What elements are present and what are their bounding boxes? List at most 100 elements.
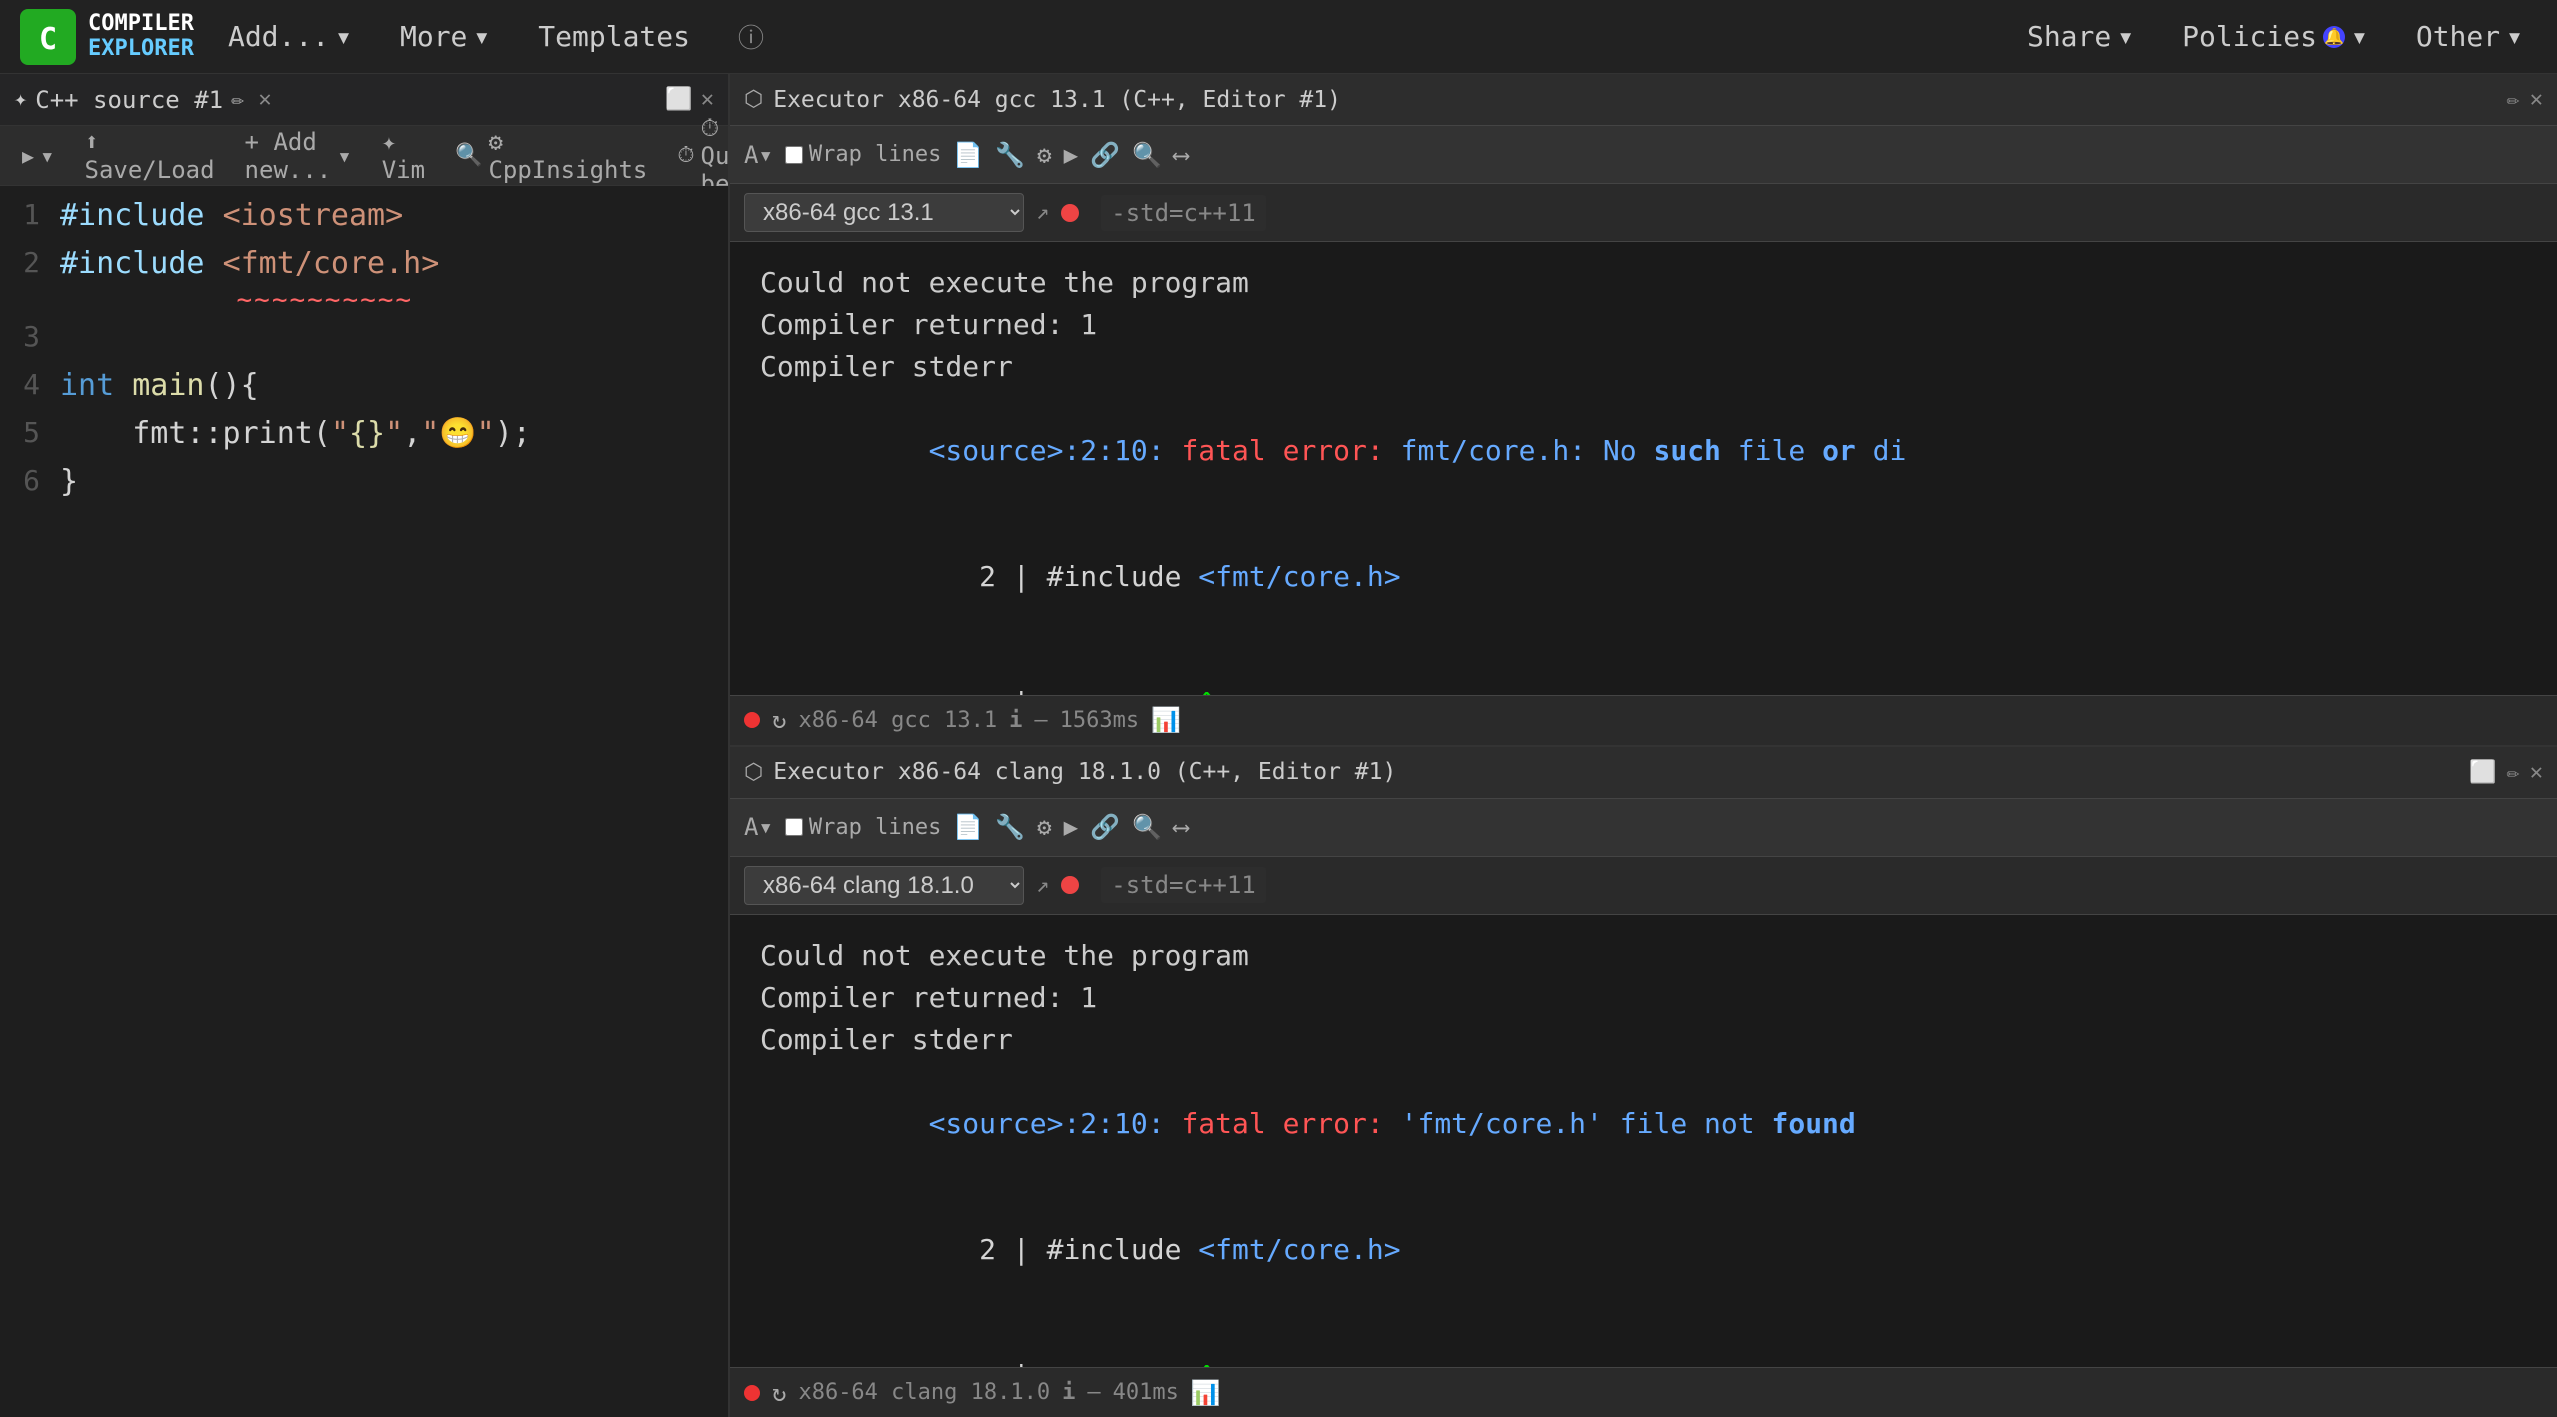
exec1-output: Could not execute the program Compiler r… — [730, 242, 2557, 695]
cpp-insights-btn[interactable]: 🔍 ⚙ CppInsights — [447, 124, 655, 188]
exec2-search-icon[interactable]: 🔍 — [1132, 813, 1162, 841]
vim-btn[interactable]: ✦ Vim — [374, 124, 433, 188]
exec2-tool-icon[interactable]: 🔧 — [995, 813, 1025, 841]
exec2-out-line2: Compiler returned: 1 — [760, 977, 2527, 1019]
executor-gcc-toolbar: A▾ Wrap lines 📄 🔧 ⚙ ▶ 🔗 🔍 ⟷ — [730, 126, 2557, 184]
wrap-lines-checkbox2[interactable] — [785, 818, 803, 836]
exec1-refresh-icon[interactable]: ↻ — [772, 706, 786, 734]
close-executor2-icon[interactable]: ✕ — [2530, 760, 2543, 785]
exec2-settings-btn[interactable]: A▾ — [744, 813, 773, 841]
exec1-external-link-icon[interactable]: ↗ — [1036, 200, 1049, 225]
exec2-refresh-icon[interactable]: ↻ — [772, 1379, 786, 1407]
exec2-terminal-icon[interactable]: ▶ — [1064, 813, 1078, 841]
exec1-error-line: <source>:2:10: fatal error: fmt/core.h: … — [760, 388, 2527, 514]
exec2-link-icon[interactable]: 🔗 — [1090, 813, 1120, 841]
exec1-error-dot — [1061, 204, 1079, 222]
exec1-settings-btn[interactable]: A▾ — [744, 141, 773, 169]
add-menu[interactable]: Add... ▾ — [214, 12, 366, 61]
code-line-1: 1 #include <iostream> — [0, 196, 728, 244]
exec1-tool-icon[interactable]: 🔧 — [995, 141, 1025, 169]
code-line-6: 6 } — [0, 462, 728, 510]
exec1-expand-icon[interactable]: ⟷ — [1174, 141, 1188, 169]
exec2-status-bar: ↻ x86-64 clang 18.1.0 i — 401ms 📊 — [730, 1367, 2557, 1417]
title-bar-icons: ✏ ✕ — [2507, 87, 2544, 112]
chevron-down-icon: ▾ — [473, 20, 490, 53]
logo-icon: C — [20, 9, 76, 65]
close-editor-icon[interactable]: ✕ — [701, 87, 714, 112]
exec1-search-icon[interactable]: 🔍 — [1132, 141, 1162, 169]
exec1-compiler-select[interactable]: x86-64 gcc 13.1 — [744, 193, 1024, 232]
other-menu[interactable]: Other ▾ — [2402, 12, 2537, 61]
exec1-code1: 2 | #include <fmt/core.h> — [760, 514, 2527, 640]
policies-menu[interactable]: Policies 🔔 ▾ — [2168, 12, 2382, 61]
exec2-out-line1: Could not execute the program — [760, 935, 2527, 977]
exec2-graph-icon[interactable]: 📊 — [1191, 1379, 1221, 1407]
executor-gcc-title-bar: ⬡ Executor x86-64 gcc 13.1 (C++, Editor … — [730, 74, 2557, 126]
executor-gcc: ⬡ Executor x86-64 gcc 13.1 (C++, Editor … — [730, 74, 2557, 747]
code-line-4: 4 int main(){ — [0, 366, 728, 414]
add-dropdown[interactable]: ▶ ▾ — [14, 138, 63, 174]
help-icon-btn[interactable]: ⓘ — [724, 10, 778, 63]
exec1-out-line3: Compiler stderr — [760, 346, 2527, 388]
exec1-cog-icon[interactable]: ⚙ — [1037, 141, 1051, 169]
maximize-clang-icon[interactable]: ⬜ — [2469, 760, 2496, 785]
exec1-out-line2: Compiler returned: 1 — [760, 304, 2527, 346]
executor-clang: ⬡ Executor x86-64 clang 18.1.0 (C++, Edi… — [730, 747, 2557, 1417]
exec2-expand-icon[interactable]: ⟷ — [1174, 813, 1188, 841]
exec2-compiler-row: x86-64 clang 18.1.0 ↗ -std=c++11 — [730, 857, 2557, 915]
exec2-compiler-select[interactable]: x86-64 clang 18.1.0 — [744, 866, 1024, 905]
svg-text:C: C — [39, 22, 57, 57]
exec2-squiggle: | ^~~~~~~~~~~ — [760, 1313, 2527, 1368]
add-new-btn[interactable]: + Add new... ▾ — [237, 124, 360, 188]
notification-badge: 🔔 — [2323, 26, 2345, 48]
exec1-terminal-icon[interactable]: ▶ — [1064, 141, 1078, 169]
executor-clang-title-bar: ⬡ Executor x86-64 clang 18.1.0 (C++, Edi… — [730, 747, 2557, 799]
share-menu[interactable]: Share ▾ — [2013, 12, 2148, 61]
exec2-code1: 2 | #include <fmt/core.h> — [760, 1187, 2527, 1313]
chevron-down-icon: ▾ — [2351, 20, 2368, 53]
exec1-graph-icon[interactable]: 📊 — [1151, 706, 1181, 734]
editor-panel: ✦ C++ source #1 ✏ ✕ ⬜ ✕ ▶ ▾ ⬆ Save/Load … — [0, 74, 730, 1417]
code-line-3: 3 — [0, 318, 728, 366]
save-load-btn[interactable]: ⬆ Save/Load — [77, 124, 223, 188]
exec1-file-icon[interactable]: 📄 — [953, 141, 983, 169]
exec2-cog-icon[interactable]: ⚙ — [1037, 813, 1051, 841]
main-layout: ✦ C++ source #1 ✏ ✕ ⬜ ✕ ▶ ▾ ⬆ Save/Load … — [0, 74, 2557, 1417]
exec1-link-icon[interactable]: 🔗 — [1090, 141, 1120, 169]
chevron-down-icon: ▾ — [2117, 20, 2134, 53]
close-executor1-icon[interactable]: ✕ — [2530, 87, 2543, 112]
executors-panel: ⬡ Executor x86-64 gcc 13.1 (C++, Editor … — [730, 74, 2557, 1417]
code-editor[interactable]: 1 #include <iostream> 2 #include <fmt/co… — [0, 186, 728, 1417]
exec1-squiggle: | ^~~~~~~~~~~ — [760, 640, 2527, 695]
templates-menu[interactable]: Templates — [524, 12, 704, 61]
more-menu[interactable]: More ▾ — [386, 12, 504, 61]
chevron-down-icon: ▾ — [337, 142, 351, 170]
exec2-file-icon[interactable]: 📄 — [953, 813, 983, 841]
editor-tab-bar: ✦ C++ source #1 ✏ ✕ ⬜ ✕ — [0, 74, 728, 126]
exec2-out-line3: Compiler stderr — [760, 1019, 2527, 1061]
executor-clang-toolbar: A▾ Wrap lines 📄 🔧 ⚙ ▶ 🔗 🔍 ⟷ — [730, 799, 2557, 857]
title-bar-icons-clang: ⬜ ✏ ✕ — [2469, 760, 2543, 785]
exec1-out-line1: Could not execute the program — [760, 262, 2527, 304]
top-nav: C COMPILER EXPLORER Add... ▾ More ▾ Temp… — [0, 0, 2557, 74]
exec2-external-link-icon[interactable]: ↗ — [1036, 873, 1049, 898]
edit-clang-icon[interactable]: ✏ — [2507, 760, 2520, 785]
edit-icon[interactable]: ✏ — [2507, 87, 2520, 112]
exec1-status-bar: ↻ x86-64 gcc 13.1 i — 1563ms 📊 — [730, 695, 2557, 745]
exec1-status-dot — [744, 712, 760, 728]
maximize-icon[interactable]: ⬜ — [665, 87, 692, 112]
logo: C COMPILER EXPLORER — [20, 9, 194, 65]
logo-text: COMPILER EXPLORER — [88, 12, 194, 60]
editor-tab[interactable]: ✦ C++ source #1 ✏ ✕ — [14, 86, 272, 114]
code-line-2: 2 #include <fmt/core.h> ~~~~~~~~~~ — [0, 244, 728, 318]
wrap-lines-checkbox1[interactable] — [785, 146, 803, 164]
wrap-lines-toggle2[interactable]: Wrap lines — [785, 815, 941, 840]
exec1-compiler-row: x86-64 gcc 13.1 ↗ -std=c++11 — [730, 184, 2557, 242]
exec2-error-line: <source>:2:10: fatal error: 'fmt/core.h'… — [760, 1061, 2527, 1187]
chevron-down-icon: ▾ — [2506, 20, 2523, 53]
wrap-lines-toggle1[interactable]: Wrap lines — [785, 142, 941, 167]
chevron-down-icon: ▾ — [335, 20, 352, 53]
close-tab-icon[interactable]: ✕ — [258, 87, 271, 112]
nav-right: Share ▾ Policies 🔔 ▾ Other ▾ — [2013, 12, 2537, 61]
add-dropdown-arrow: ▾ — [40, 142, 54, 170]
